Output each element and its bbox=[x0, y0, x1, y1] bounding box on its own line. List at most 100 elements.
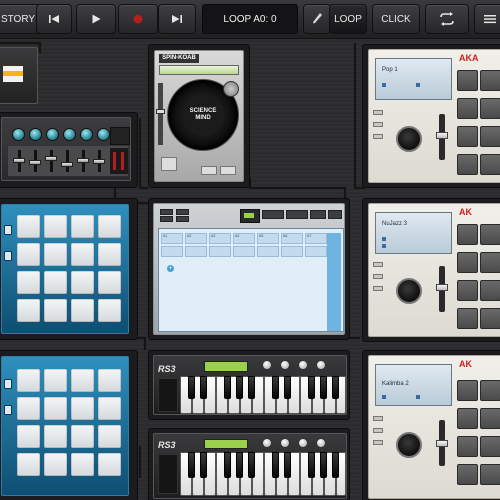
mpc-pad[interactable] bbox=[457, 224, 478, 245]
seq-transport-button[interactable] bbox=[286, 210, 308, 219]
mpc-note-slider-handle[interactable] bbox=[436, 284, 448, 291]
rs3-synth-1[interactable]: RS3 bbox=[153, 355, 347, 415]
black-key[interactable] bbox=[272, 376, 279, 399]
sequencer-device[interactable]: A1 A2 A3 A4 A5 A6 A7 + bbox=[153, 203, 345, 335]
black-key[interactable] bbox=[236, 452, 243, 478]
mpc-pad[interactable] bbox=[457, 154, 478, 175]
drum-pad[interactable] bbox=[98, 299, 121, 322]
fader-handle[interactable] bbox=[13, 158, 25, 163]
seq-clip[interactable] bbox=[185, 246, 207, 257]
mpc-device-1[interactable]: Pop 1 AKA bbox=[368, 49, 500, 183]
edit-loop-button[interactable] bbox=[303, 4, 331, 34]
mpc-function-button[interactable] bbox=[373, 262, 383, 267]
black-key[interactable] bbox=[248, 376, 255, 399]
seq-clip[interactable] bbox=[161, 246, 183, 257]
mpc-note-slider-handle[interactable] bbox=[436, 132, 448, 139]
drum-pad[interactable] bbox=[98, 425, 121, 448]
play-button[interactable] bbox=[76, 4, 116, 34]
partial-synth-device[interactable] bbox=[0, 47, 38, 104]
mpc-pad[interactable] bbox=[480, 408, 500, 429]
mpc-pad[interactable] bbox=[457, 126, 478, 147]
black-key[interactable] bbox=[332, 452, 339, 478]
fader-handle[interactable] bbox=[29, 160, 41, 165]
black-key[interactable] bbox=[320, 376, 327, 399]
seq-clip[interactable]: A6 bbox=[281, 233, 303, 244]
drum-pad[interactable] bbox=[17, 425, 40, 448]
drum-pad[interactable] bbox=[71, 369, 94, 392]
mpc-function-button[interactable] bbox=[373, 122, 383, 127]
rs3-knob[interactable] bbox=[262, 438, 272, 448]
drum-pad[interactable] bbox=[44, 397, 67, 420]
drum-pad[interactable] bbox=[71, 425, 94, 448]
fader-handle[interactable] bbox=[61, 162, 73, 167]
pitch-wheel[interactable] bbox=[158, 454, 178, 494]
drum-pad-device-2[interactable] bbox=[1, 356, 129, 496]
mpc-pad[interactable] bbox=[480, 70, 500, 91]
rs3-knob[interactable] bbox=[316, 438, 326, 448]
mpc-pad[interactable] bbox=[480, 224, 500, 245]
drum-pad[interactable] bbox=[44, 453, 67, 476]
mpc-pad[interactable] bbox=[480, 98, 500, 119]
rs3-knob[interactable] bbox=[298, 438, 308, 448]
mpc-note-slider-handle[interactable] bbox=[436, 440, 448, 447]
rs3-knob[interactable] bbox=[280, 438, 290, 448]
rs3-knob[interactable] bbox=[298, 360, 308, 370]
mpc-pad[interactable] bbox=[480, 464, 500, 485]
deck-button[interactable] bbox=[201, 166, 217, 175]
mixer-knob[interactable] bbox=[46, 128, 59, 141]
seq-clip[interactable] bbox=[233, 246, 255, 257]
seq-clip[interactable] bbox=[209, 246, 231, 257]
mpc-function-button[interactable] bbox=[373, 416, 383, 421]
black-key[interactable] bbox=[224, 452, 231, 478]
black-key[interactable] bbox=[308, 452, 315, 478]
mpc-pad[interactable] bbox=[480, 280, 500, 301]
mixer-knob[interactable] bbox=[80, 128, 93, 141]
mpc-pad[interactable] bbox=[457, 380, 478, 401]
seq-clip[interactable]: A7 bbox=[305, 233, 327, 244]
black-key[interactable] bbox=[188, 452, 195, 478]
mpc-pad[interactable] bbox=[457, 408, 478, 429]
mpc-pad[interactable] bbox=[457, 70, 478, 91]
mpc-function-button[interactable] bbox=[373, 134, 383, 139]
drum-pad[interactable] bbox=[98, 243, 121, 266]
mpc-device-2[interactable]: NuJazz 3 AK bbox=[368, 203, 500, 337]
mpc-pad[interactable] bbox=[480, 308, 500, 329]
black-key[interactable] bbox=[284, 452, 291, 478]
drum-pad[interactable] bbox=[71, 397, 94, 420]
loop-mode-button[interactable] bbox=[425, 4, 469, 34]
mpc-pad[interactable] bbox=[480, 436, 500, 457]
drum-pad[interactable] bbox=[98, 397, 121, 420]
seq-mode-button[interactable] bbox=[160, 216, 173, 222]
mixer-knob[interactable] bbox=[12, 128, 25, 141]
drum-pad[interactable] bbox=[44, 369, 67, 392]
add-clip-button[interactable]: + bbox=[167, 265, 174, 272]
deck-button[interactable] bbox=[220, 166, 236, 175]
sequencer-grid[interactable]: A1 A2 A3 A4 A5 A6 A7 + bbox=[158, 228, 344, 332]
seq-clip[interactable]: A1 bbox=[161, 233, 183, 244]
drum-pad-device-1[interactable] bbox=[1, 204, 129, 334]
drum-pad[interactable] bbox=[17, 215, 40, 238]
black-key[interactable] bbox=[332, 376, 339, 399]
black-key[interactable] bbox=[248, 452, 255, 478]
pitch-wheel[interactable] bbox=[158, 378, 178, 412]
drum-pad[interactable] bbox=[17, 271, 40, 294]
black-key[interactable] bbox=[200, 452, 207, 478]
rs3-knob[interactable] bbox=[262, 360, 272, 370]
drum-pad[interactable] bbox=[17, 369, 40, 392]
black-key[interactable] bbox=[284, 376, 291, 399]
mpc-function-button[interactable] bbox=[373, 440, 383, 445]
mpc-function-button[interactable] bbox=[373, 274, 383, 279]
black-key[interactable] bbox=[308, 376, 315, 399]
fader-handle[interactable] bbox=[45, 156, 57, 161]
drum-pad[interactable] bbox=[44, 271, 67, 294]
mpc-pad[interactable] bbox=[457, 280, 478, 301]
drum-pad[interactable] bbox=[44, 215, 67, 238]
mpc-pad[interactable] bbox=[457, 436, 478, 457]
seq-transport-button[interactable] bbox=[310, 210, 326, 219]
mpc-pad[interactable] bbox=[480, 126, 500, 147]
drum-pad[interactable] bbox=[71, 243, 94, 266]
fader-handle[interactable] bbox=[77, 158, 89, 163]
pad-bank-button[interactable] bbox=[4, 379, 12, 389]
pad-bank-button[interactable] bbox=[4, 225, 12, 235]
seq-clip[interactable]: A5 bbox=[257, 233, 279, 244]
